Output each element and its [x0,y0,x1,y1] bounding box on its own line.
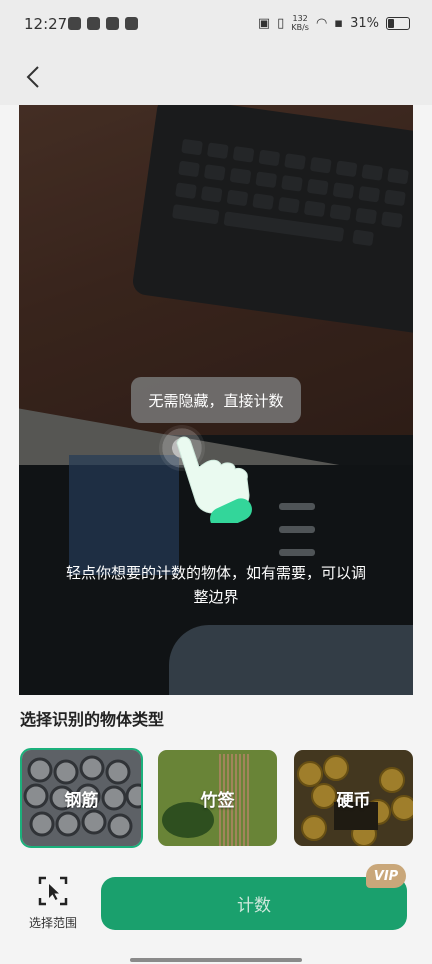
hand-pointer-icon [176,436,252,523]
battery-percent: 31% [350,15,379,31]
count-button[interactable]: 计数 [101,877,407,930]
network-speed: 132 KB/s [291,14,309,32]
network-speed-unit: KB/s [291,23,309,32]
type-label: 钢筋 [64,790,99,811]
sim-icon: ▪ [334,15,344,31]
select-range-button[interactable]: 选择范围 [22,876,84,931]
type-label: 竹签 [200,790,235,811]
wifi-icon: ◠ [315,15,328,31]
app-notification-icon [68,17,81,30]
tiktok-icon [106,17,119,30]
wechat-icon [87,17,100,30]
network-speed-value: 132 [292,14,308,23]
status-bar: 12:27 ▣ ▯ 132 KB/s ◠ ▪ 31% [0,0,432,50]
object-type-list: 钢筋 竹签 硬币 [20,748,413,848]
top-bar [0,50,432,105]
back-button[interactable] [20,64,46,90]
type-card-rebar[interactable]: 钢筋 [20,748,143,848]
notification-icons [68,17,138,30]
status-icons: ▣ ▯ 132 KB/s ◠ ▪ 31% [258,14,410,32]
home-indicator[interactable] [130,958,302,962]
camera-status-icon: ▣ [257,15,271,31]
select-range-icon [38,876,68,906]
type-card-coin[interactable]: 硬币 [294,750,413,846]
vibrate-icon: ▯ [277,15,285,31]
guide-text: 轻点你想要的计数的物体，如有需要，可以调整边界 [65,564,366,606]
camera-preview[interactable]: 无需隐藏，直接计数 轻点你想要的计数的物体，如有需要，可以调整边界 [19,105,413,695]
select-range-label: 选择范围 [28,916,77,930]
type-card-bamboo-skewer[interactable]: 竹签 [158,750,277,846]
vip-badge: VIP [366,864,406,888]
app-notification-icon [125,17,138,30]
type-label: 硬币 [336,790,371,811]
chevron-left-icon [26,66,39,88]
status-time: 12:27 [24,15,68,33]
tip-bubble: 无需隐藏，直接计数 [131,377,301,423]
battery-icon [386,16,410,30]
section-title: 选择识别的物体类型 [20,710,165,729]
